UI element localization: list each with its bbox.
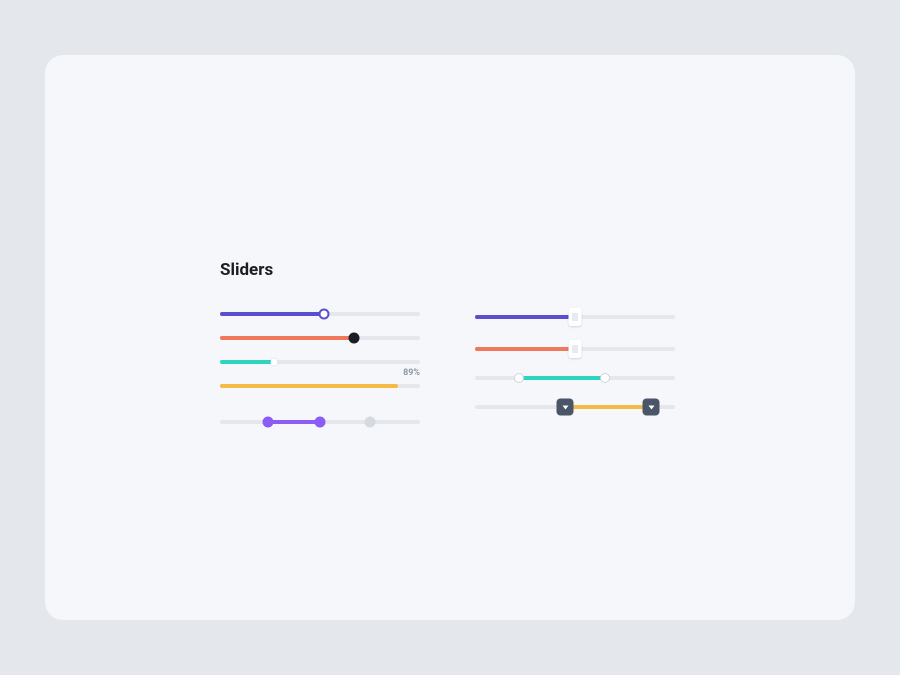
slider[interactable]: [220, 332, 420, 344]
slider-thumb[interactable]: [365, 417, 376, 428]
sliders-column-right: [475, 308, 675, 440]
slider-thumb[interactable]: [514, 373, 524, 383]
slider[interactable]: [475, 340, 675, 358]
slider-columns: 89%: [220, 308, 700, 440]
slider[interactable]: [475, 398, 675, 416]
slider[interactable]: [220, 356, 420, 368]
slider[interactable]: 89%: [220, 380, 420, 392]
slider-value-label: 89%: [403, 368, 420, 378]
slider-fill: [565, 405, 651, 409]
slider-fill: [220, 336, 354, 340]
slider-fill: [519, 376, 605, 380]
slider-thumb[interactable]: [315, 417, 326, 428]
slider-fill: [475, 315, 575, 319]
slider-thumb[interactable]: [643, 399, 660, 416]
slider-thumb[interactable]: [271, 359, 278, 366]
sliders-section: Sliders 89%: [220, 260, 700, 440]
slider-thumb[interactable]: [263, 417, 274, 428]
slider-thumb[interactable]: [569, 340, 582, 358]
slider-thumb[interactable]: [319, 309, 330, 320]
slider[interactable]: [220, 416, 420, 428]
slider-thumb[interactable]: [569, 308, 582, 326]
slider-thumb[interactable]: [557, 399, 574, 416]
component-card: Sliders 89%: [45, 55, 855, 620]
slider-thumb[interactable]: [600, 373, 610, 383]
slider-fill: [220, 312, 324, 316]
sliders-column-left: 89%: [220, 308, 420, 440]
slider-fill: [220, 360, 274, 364]
slider[interactable]: [475, 308, 675, 326]
section-title: Sliders: [220, 260, 700, 280]
slider-fill: [220, 384, 398, 388]
slider-thumb[interactable]: [349, 333, 360, 344]
slider-fill: [475, 347, 575, 351]
slider-fill: [268, 420, 320, 424]
slider[interactable]: [220, 308, 420, 320]
slider[interactable]: [475, 372, 675, 384]
